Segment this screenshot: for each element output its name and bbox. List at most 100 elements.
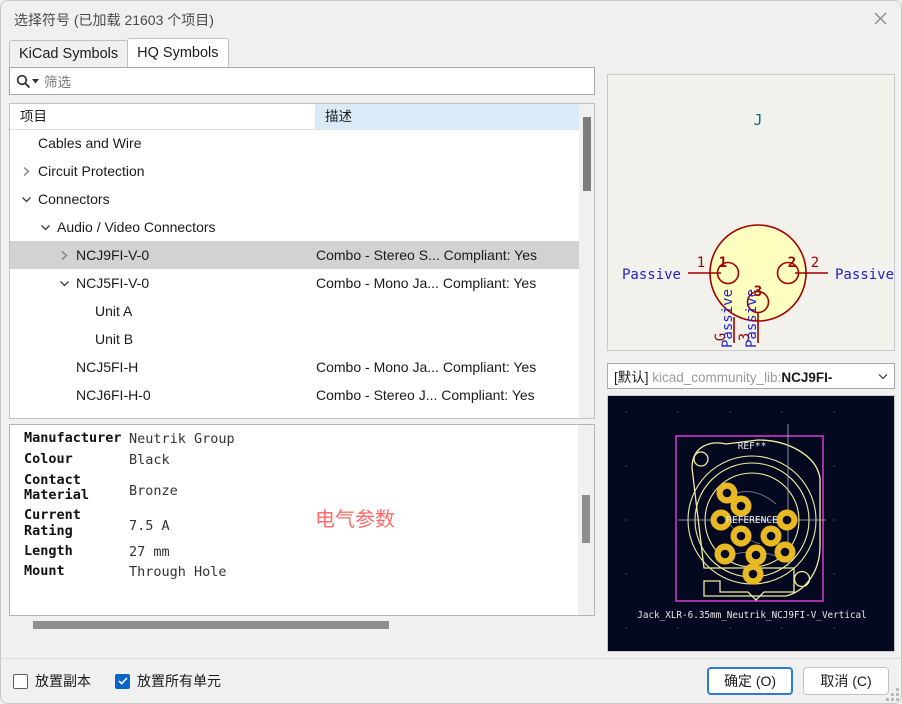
tree-row[interactable]: Cables and Wire bbox=[10, 129, 579, 157]
checkbox-place-duplicate[interactable]: 放置副本 bbox=[13, 671, 91, 691]
ok-button[interactable]: 确定 (O) bbox=[707, 667, 793, 695]
checkbox-place-all-units-label: 放置所有单元 bbox=[137, 673, 221, 689]
symbol-preview-canvas: J 1 1 Passive 2 2 Passive 3 3 Passive G bbox=[622, 111, 894, 348]
symbol-name: NCJ9FI- bbox=[781, 370, 833, 385]
properties-panel: Manufacturer Neutrik Group Colour Black Cont… bbox=[9, 424, 595, 616]
checkbox-place-duplicate-label: 放置副本 bbox=[35, 673, 91, 689]
symbol-preview: J 1 1 Passive 2 2 Passive 3 3 Passive G bbox=[607, 74, 895, 351]
pin-1-number: 1 bbox=[697, 255, 705, 271]
footprint-preview-canvas: REF** REFERENCE Jack_XLR-6.35mm_Neutrik_… bbox=[625, 411, 867, 629]
tree-twisty[interactable] bbox=[56, 279, 73, 288]
checkbox-place-all-units-box[interactable] bbox=[115, 673, 130, 689]
tree-row-description: Combo - Stereo J... Compliant: Yes bbox=[316, 387, 535, 403]
tab-kicad-symbols[interactable]: KiCad Symbols bbox=[9, 40, 129, 67]
footprint-ref-text: REF** bbox=[738, 441, 767, 452]
symbol-chooser-dialog: 选择符号 (已加载 21603 个项目) KiCad Symbols HQ Sy… bbox=[0, 0, 902, 704]
tree-row-label: Audio / Video Connectors bbox=[57, 219, 216, 235]
footprint-preview: REF** REFERENCE Jack_XLR-6.35mm_Neutrik_… bbox=[607, 395, 895, 652]
tree-rows: Cables and Wire Circuit Protection Connect… bbox=[10, 129, 579, 418]
column-header-description[interactable]: 描述 bbox=[315, 104, 580, 129]
search-icon bbox=[16, 74, 30, 88]
pin-1-type: Passive bbox=[622, 267, 681, 283]
properties-hscrollbar-thumb[interactable] bbox=[33, 621, 389, 629]
property-value: 27 mm bbox=[129, 543, 170, 560]
properties-vertical-scrollbar[interactable] bbox=[578, 425, 594, 615]
footer-button-group: 确定 (O) 取消 (C) bbox=[707, 667, 889, 695]
tab-hq-symbols[interactable]: HQ Symbols bbox=[127, 38, 229, 67]
pin-2-name: 2 bbox=[788, 255, 796, 271]
property-value: Black bbox=[129, 451, 170, 468]
chevron-down-icon bbox=[41, 224, 50, 230]
property-key: Mount bbox=[24, 563, 65, 580]
pad bbox=[745, 544, 767, 566]
symbol-reference-text: J bbox=[753, 111, 762, 129]
properties-list: Manufacturer Neutrik Group Colour Black Cont… bbox=[10, 425, 578, 615]
footprint-name-text: Jack_XLR-6.35mm_Neutrik_NCJ9FI-V_Vertica… bbox=[637, 610, 867, 621]
search-input-placeholder[interactable]: 筛选 bbox=[44, 71, 71, 91]
footprint-reference-label: REFERENCE bbox=[726, 515, 778, 526]
symbol-tree: 项目 描述 Cables and Wire Circuit Protection C… bbox=[9, 103, 595, 419]
property-key: Contact Material bbox=[24, 471, 90, 504]
library-default-prefix: [默认] bbox=[614, 370, 653, 385]
tab-strip: KiCad Symbols HQ Symbols bbox=[9, 38, 229, 67]
close-button[interactable] bbox=[857, 1, 901, 35]
tree-row-description: Combo - Stereo S... Compliant: Yes bbox=[316, 247, 537, 263]
tree-row-description: Combo - Mono Ja... Compliant: Yes bbox=[316, 359, 537, 375]
footer-checkbox-group: 放置副本 放置所有单元 bbox=[13, 671, 221, 691]
tree-row[interactable]: NCJ10FI-H Combo - Stereo S... Compliant: … bbox=[10, 409, 579, 418]
tree-row[interactable]: Unit A bbox=[10, 297, 579, 325]
cancel-button[interactable]: 取消 (C) bbox=[803, 667, 889, 695]
tree-row-label: NCJ6FI-H-0 bbox=[76, 387, 151, 403]
pin-2-type: Passive bbox=[835, 267, 894, 283]
property-value: 7.5 A bbox=[129, 518, 170, 535]
tree-vertical-scrollbar[interactable] bbox=[579, 104, 594, 418]
tree-row-label: Cables and Wire bbox=[38, 135, 142, 151]
property-key: Colour bbox=[24, 450, 73, 467]
tree-row[interactable]: Connectors bbox=[10, 185, 579, 213]
property-key: Manufacturer bbox=[24, 430, 122, 446]
dialog-footer: 放置副本 放置所有单元 确定 (O) 取消 (C) bbox=[1, 658, 901, 703]
dialog-title: 选择符号 (已加载 21603 个项目) bbox=[14, 12, 214, 28]
pad bbox=[742, 563, 764, 585]
tree-scrollbar-thumb[interactable] bbox=[583, 117, 591, 191]
tree-row[interactable]: NCJ5FI-V-0 Combo - Mono Ja... Compliant: … bbox=[10, 269, 579, 297]
property-row: Length 27 mm bbox=[24, 542, 578, 561]
property-key: Length bbox=[24, 542, 73, 559]
tree-twisty[interactable] bbox=[56, 250, 73, 261]
library-symbol-value: [默认] kicad_community_lib:NCJ9FI- bbox=[614, 366, 878, 386]
tree-row-label: Unit B bbox=[95, 331, 134, 347]
resize-grip[interactable] bbox=[886, 686, 900, 701]
mounting-hole-top bbox=[693, 451, 709, 467]
tree-twisty[interactable] bbox=[18, 195, 35, 204]
left-pane: 筛选 项目 描述 Cables and Wire Circuit Protecti… bbox=[9, 67, 595, 652]
tree-row[interactable]: NCJ9FI-V-0 Combo - Stereo S... Compliant:… bbox=[10, 241, 579, 269]
tree-row[interactable]: NCJ6FI-H-0 Combo - Stereo J... Compliant:… bbox=[10, 381, 579, 409]
checkbox-place-duplicate-box[interactable] bbox=[13, 673, 28, 689]
chevron-down-icon bbox=[22, 196, 31, 202]
tree-row[interactable]: Audio / Video Connectors bbox=[10, 213, 579, 241]
property-value: Neutrik Group bbox=[129, 431, 235, 447]
check-icon bbox=[117, 677, 128, 685]
tree-twisty[interactable] bbox=[37, 223, 54, 232]
property-key: Current Rating bbox=[24, 507, 81, 539]
properties-scrollbar-thumb[interactable] bbox=[582, 495, 590, 543]
tree-twisty[interactable] bbox=[18, 166, 35, 177]
pin-1-name: 1 bbox=[719, 255, 727, 271]
search-icon-group[interactable] bbox=[10, 68, 44, 94]
checkbox-place-all-units[interactable]: 放置所有单元 bbox=[115, 671, 221, 691]
library-symbol-dropdown[interactable]: [默认] kicad_community_lib:NCJ9FI- bbox=[607, 363, 895, 389]
library-name: kicad_community_lib: bbox=[652, 370, 782, 385]
pin-2-number: 2 bbox=[811, 255, 819, 271]
pad bbox=[714, 543, 736, 565]
tree-header: 项目 描述 bbox=[10, 104, 594, 130]
tree-row-label: NCJ10FI-H bbox=[76, 415, 146, 418]
tree-row-label: Unit A bbox=[95, 303, 133, 319]
filter-search-box[interactable]: 筛选 bbox=[9, 67, 595, 95]
tree-row[interactable]: Circuit Protection bbox=[10, 157, 579, 185]
properties-horizontal-scrollbar[interactable] bbox=[9, 618, 595, 632]
chevron-down-icon bbox=[60, 280, 69, 286]
tree-row[interactable]: Unit B bbox=[10, 325, 579, 353]
pad bbox=[760, 525, 782, 547]
tree-row[interactable]: NCJ5FI-H Combo - Mono Ja... Compliant: Ye… bbox=[10, 353, 579, 381]
column-header-item[interactable]: 项目 bbox=[10, 104, 315, 129]
